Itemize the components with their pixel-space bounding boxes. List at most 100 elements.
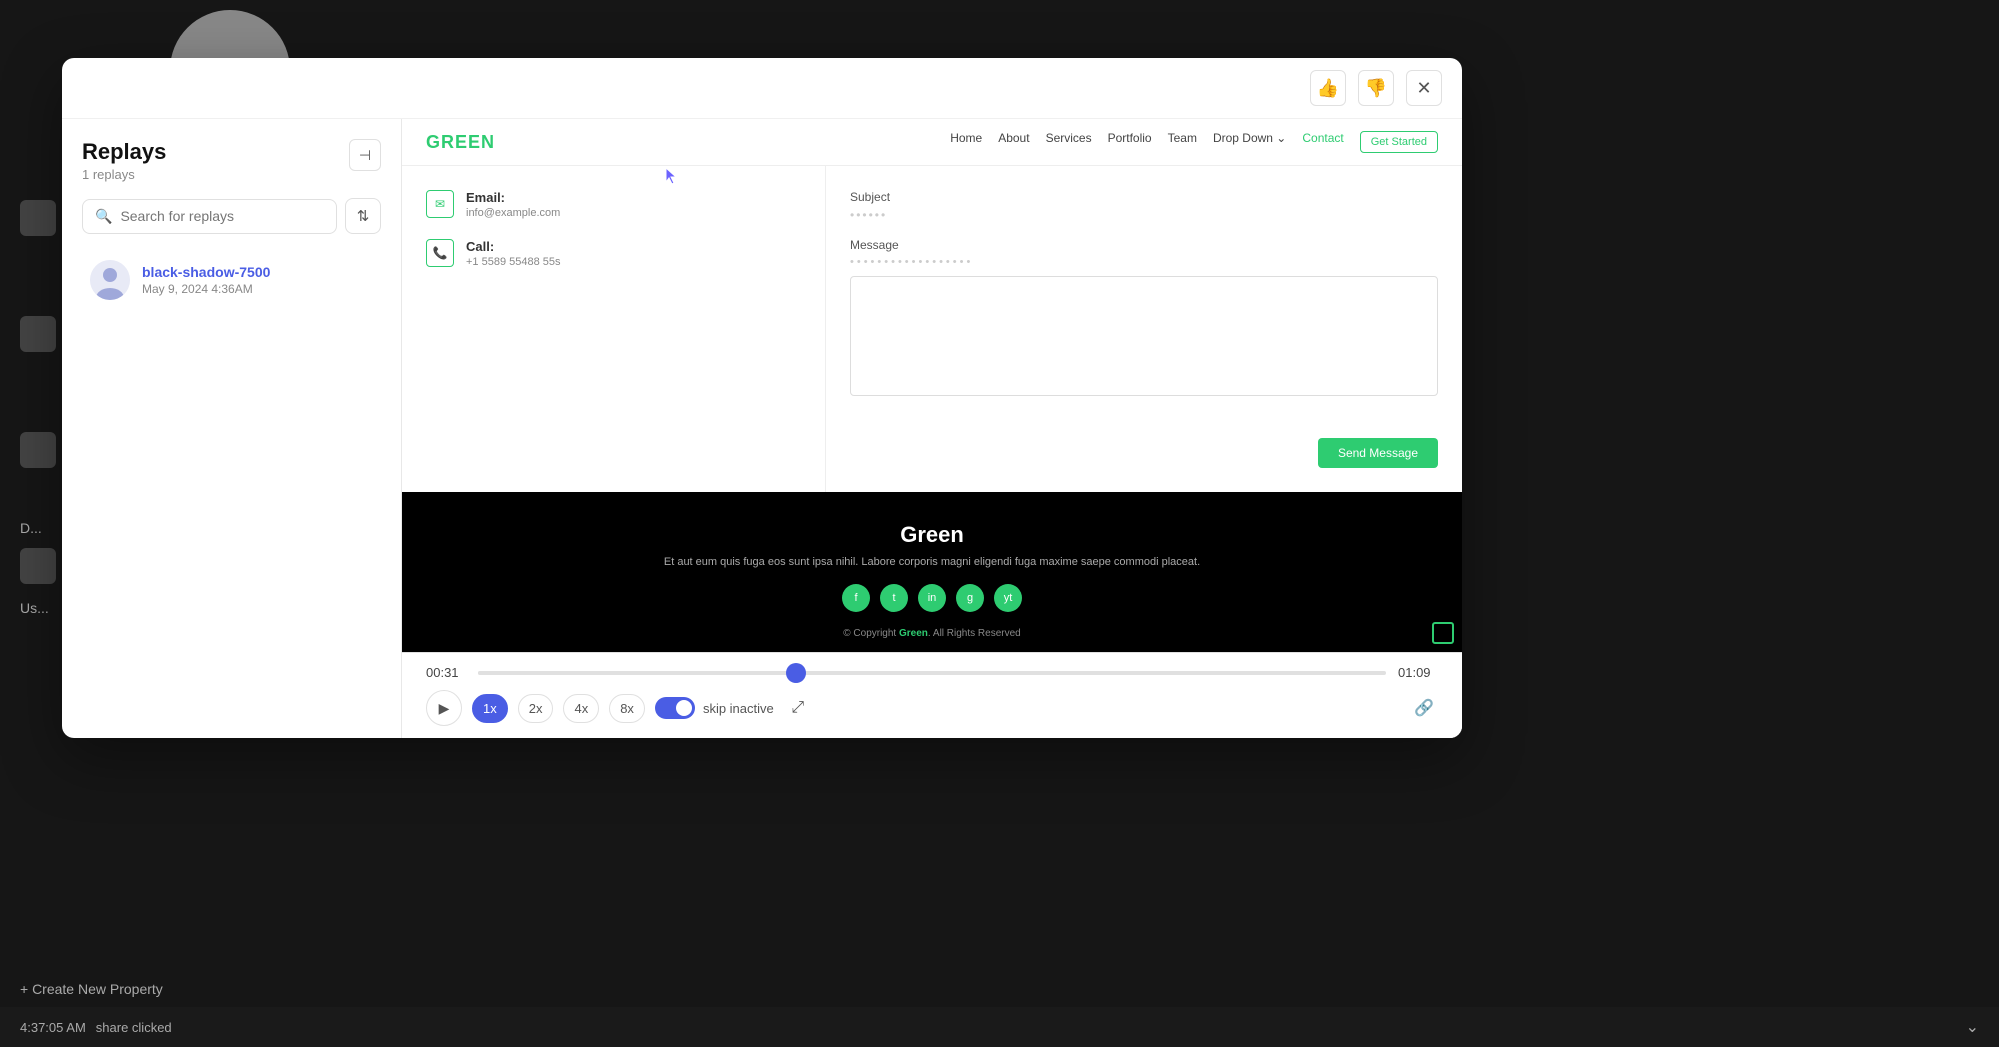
play-button[interactable]: ▶ xyxy=(426,690,462,726)
message-form-group: Message •••••••••••••••••• xyxy=(850,238,1438,396)
sidebar-bg-icon-3 xyxy=(20,432,56,468)
speed-8x-button[interactable]: 8x xyxy=(609,694,645,723)
search-bar: 🔍 ⇅ xyxy=(82,198,381,234)
modal-header: 👍 👎 ✕ xyxy=(62,58,1462,119)
call-contact-row: 📞 Call: +1 5589 55488 55s xyxy=(426,239,801,268)
modal-body: Replays 1 replays ⊣ 🔍 ⇅ xyxy=(62,119,1462,738)
thumbs-up-button[interactable]: 👍 xyxy=(1310,70,1346,106)
replay-item[interactable]: black-shadow-7500 May 9, 2024 4:36AM xyxy=(82,250,381,310)
time-total: 01:09 xyxy=(1398,665,1438,680)
subject-label: Subject xyxy=(850,190,1438,204)
collapse-icon: ⊣ xyxy=(359,147,371,164)
background-downloads-text: D... xyxy=(20,520,42,536)
close-icon: ✕ xyxy=(1416,78,1431,99)
footer-title: Green xyxy=(442,522,1422,548)
website-mock: GREEN Home About Services Portfolio Team… xyxy=(402,119,1462,492)
site-preview-section: GREEN Home About Services Portfolio Team… xyxy=(402,119,1462,492)
skip-inactive-label: skip inactive xyxy=(703,701,774,716)
sidebar-title-group: Replays 1 replays xyxy=(82,139,166,182)
thumbs-up-icon: 👍 xyxy=(1317,78,1339,99)
email-label: Email: xyxy=(466,190,560,205)
timeline-track[interactable] xyxy=(478,671,1386,675)
sidebar-collapse-button[interactable]: ⊣ xyxy=(349,139,381,171)
replay-name: black-shadow-7500 xyxy=(142,264,270,280)
email-contact-row: ✉ Email: info@example.com xyxy=(426,190,801,219)
speed-4x-button[interactable]: 4x xyxy=(563,694,599,723)
sidebar-bg-icon-4 xyxy=(20,548,56,584)
message-dots: •••••••••••••••••• xyxy=(850,256,1438,268)
sidebar-count: 1 replays xyxy=(82,167,166,182)
search-input-wrapper[interactable]: 🔍 xyxy=(82,199,337,234)
timeline-thumb[interactable] xyxy=(786,663,806,683)
footer-copyright: © Copyright Green. All Rights Reserved xyxy=(442,628,1422,639)
controls-row: ▶ 1x 2x 4x 8x skip inactive ⤢ xyxy=(426,690,1438,726)
play-icon: ▶ xyxy=(439,700,450,717)
thumbs-down-button[interactable]: 👎 xyxy=(1358,70,1394,106)
filter-button[interactable]: ⇅ xyxy=(345,198,381,234)
replays-sidebar: Replays 1 replays ⊣ 🔍 ⇅ xyxy=(62,119,402,738)
nav-team: Team xyxy=(1168,131,1197,153)
bottom-preview-section: Green Et aut eum quis fuga eos sunt ipsa… xyxy=(402,492,1462,652)
footer-icon-3: in xyxy=(918,584,946,612)
site-nav-links: Home About Services Portfolio Team Drop … xyxy=(950,131,1438,153)
site-content: ✉ Email: info@example.com 📞 Ca xyxy=(402,166,1462,492)
link-button[interactable]: 🔗 xyxy=(1410,694,1438,722)
timeline-fill xyxy=(478,671,796,675)
message-textarea[interactable] xyxy=(850,276,1438,396)
message-label: Message xyxy=(850,238,1438,252)
site-logo: GREEN xyxy=(426,132,495,153)
preview-content-area: GREEN Home About Services Portfolio Team… xyxy=(402,119,1462,652)
nav-home: Home xyxy=(950,131,982,153)
toggle-thumb xyxy=(676,700,692,716)
skip-inactive-wrapper: skip inactive xyxy=(655,697,774,719)
nav-portfolio: Portfolio xyxy=(1108,131,1152,153)
status-event: share clicked xyxy=(96,1020,172,1035)
call-contact-info: Call: +1 5589 55488 55s xyxy=(466,239,561,268)
background-create-property: + Create New Property xyxy=(20,981,163,997)
email-contact-info: Email: info@example.com xyxy=(466,190,560,219)
background-users-text: Us... xyxy=(20,600,49,616)
site-contact-right: Subject •••••• Message •••••••••••••••••… xyxy=(826,166,1462,492)
status-time: 4:37:05 AM xyxy=(20,1020,86,1035)
footer-icon-2: t xyxy=(880,584,908,612)
nav-contact: Contact xyxy=(1302,131,1343,153)
subject-form-group: Subject •••••• xyxy=(850,190,1438,222)
sidebar-bg-icon-1 xyxy=(20,200,56,236)
expand-button[interactable]: ⤢ xyxy=(784,694,812,722)
preview-panel: GREEN Home About Services Portfolio Team… xyxy=(402,119,1462,738)
speed-2x-button[interactable]: 2x xyxy=(518,694,554,723)
time-current: 00:31 xyxy=(426,665,466,680)
replay-info: black-shadow-7500 May 9, 2024 4:36AM xyxy=(142,264,270,296)
nav-about: About xyxy=(998,131,1029,153)
footer-icon-4: g xyxy=(956,584,984,612)
sidebar-title: Replays xyxy=(82,139,166,165)
subject-dots: •••••• xyxy=(850,208,1438,222)
close-button[interactable]: ✕ xyxy=(1406,70,1442,106)
speed-1x-button[interactable]: 1x xyxy=(472,694,508,723)
search-input[interactable] xyxy=(120,208,324,224)
call-label: Call: xyxy=(466,239,561,254)
footer-corner-icon xyxy=(1432,622,1454,644)
get-started-button[interactable]: Get Started xyxy=(1360,131,1438,153)
sidebar-header: Replays 1 replays ⊣ xyxy=(82,139,381,182)
search-icon: 🔍 xyxy=(95,208,112,225)
call-icon-box: 📞 xyxy=(426,239,454,267)
site-nav: GREEN Home About Services Portfolio Team… xyxy=(402,119,1462,166)
send-message-button[interactable]: Send Message xyxy=(1318,438,1438,468)
filter-icon: ⇅ xyxy=(357,207,370,225)
expand-icon: ⤢ xyxy=(791,699,804,717)
footer-icons: f t in g yt xyxy=(442,584,1422,612)
link-icon: 🔗 xyxy=(1414,698,1434,718)
email-icon-box: ✉ xyxy=(426,190,454,218)
email-value: info@example.com xyxy=(466,207,560,219)
nav-dropdown: Drop Down ⌄ xyxy=(1213,131,1286,153)
playback-controls: 00:31 01:09 ▶ 1x 2x 4x 8x xyxy=(402,652,1462,738)
sidebar-bg-icon-2 xyxy=(20,316,56,352)
footer-icon-1: f xyxy=(842,584,870,612)
skip-inactive-toggle[interactable] xyxy=(655,697,695,719)
status-bar: 4:37:05 AM share clicked ⌄ xyxy=(0,1007,1999,1047)
call-value: +1 5589 55488 55s xyxy=(466,256,561,268)
footer-icon-5: yt xyxy=(994,584,1022,612)
site-footer: Green Et aut eum quis fuga eos sunt ipsa… xyxy=(402,492,1462,652)
site-contact-left: ✉ Email: info@example.com 📞 Ca xyxy=(402,166,826,492)
